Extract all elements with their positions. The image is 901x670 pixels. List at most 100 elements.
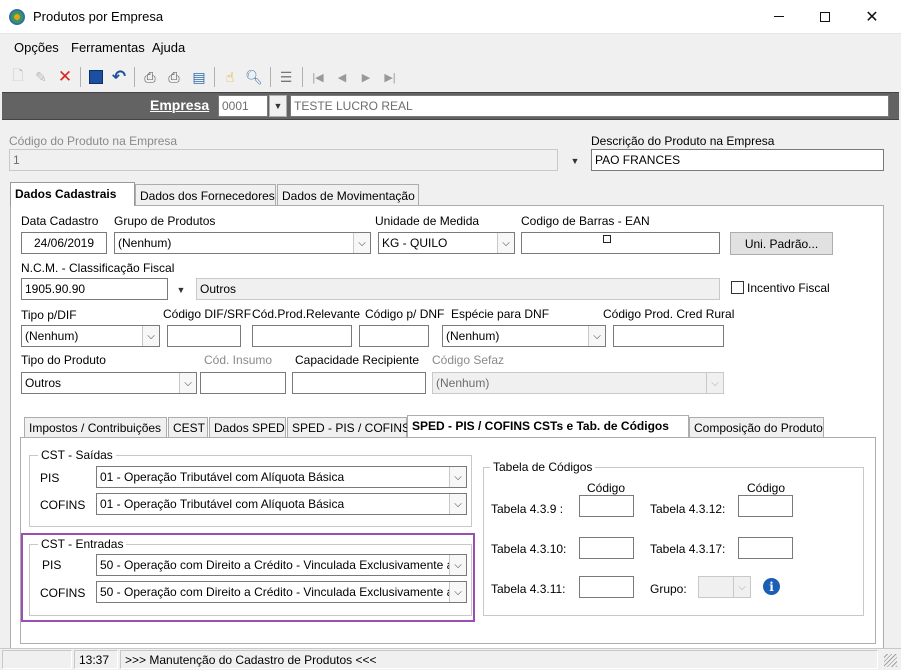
app-icon <box>9 9 25 25</box>
cofins-saidas-select[interactable]: 01 - Operação Tributável com Alíquota Bá… <box>96 493 467 515</box>
previous-record-icon[interactable]: ◀ <box>332 66 352 88</box>
filter-icon[interactable]: ☝ <box>220 66 240 88</box>
descricao-produto-field[interactable]: PAO FRANCES <box>591 149 884 171</box>
pis-saidas-label: PIS <box>40 471 60 485</box>
cofins-entradas-label: COFINS <box>40 586 86 600</box>
tab-composicao-produto[interactable]: Composição do Produto <box>689 417 824 437</box>
chevron-down-icon: ⌵ <box>588 326 605 346</box>
tabela-codigos-title: Tabela de Códigos <box>490 460 596 474</box>
tab-dados-fornecedores[interactable]: Dados dos Fornecedores <box>135 184 276 206</box>
tab-sped-csts-tabela[interactable]: SPED - PIS / COFINS CSTs e Tab. de Códig… <box>407 415 689 437</box>
tipo-produto-select[interactable]: Outros ⌵ <box>21 372 197 394</box>
tabela-4311-label: Tabela 4.3.11: <box>491 582 566 596</box>
pis-entradas-select[interactable]: 50 - Operação com Direito a Crédito - Vi… <box>96 554 467 576</box>
empresa-code-field[interactable]: 0001 <box>218 95 268 117</box>
cst-entradas-title: CST - Entradas <box>38 537 127 551</box>
window-title: Produtos por Empresa <box>33 9 164 24</box>
tabela-4317-field[interactable] <box>738 537 793 559</box>
cod-relevante-field[interactable] <box>252 325 352 347</box>
toolbar-separator <box>302 67 303 87</box>
new-icon[interactable]: 🗋 <box>8 66 28 88</box>
especie-dnf-label: Espécie para DNF <box>451 307 550 321</box>
cred-rural-label: Código Prod. Cred Rural <box>603 307 735 321</box>
cred-rural-field[interactable] <box>613 325 724 347</box>
pis-entradas-value: 50 - Operação com Direito a Crédito - Vi… <box>100 558 454 572</box>
maximize-icon <box>820 11 830 22</box>
first-record-icon[interactable]: |◀ <box>308 66 328 88</box>
data-cadastro-field[interactable]: 24/06/2019 <box>21 232 107 254</box>
chevron-down-icon: ⌵ <box>733 577 750 597</box>
edit-icon[interactable]: ✎ <box>31 66 51 88</box>
info-icon[interactable]: i <box>763 578 780 595</box>
next-record-icon[interactable]: ▶ <box>356 66 376 88</box>
menu-ferramentas[interactable]: Ferramentas <box>71 40 145 55</box>
toolbar-separator <box>214 67 215 87</box>
grupo-produtos-select[interactable]: (Nenhum) ⌵ <box>114 232 371 254</box>
empresa-dropdown-button[interactable]: ▼ <box>269 95 287 117</box>
tab-impostos[interactable]: Impostos / Contribuições <box>24 417 167 437</box>
incentivo-fiscal-label: Incentivo Fiscal <box>747 281 830 295</box>
toolbar-separator <box>270 67 271 87</box>
codigo-dif-field[interactable] <box>167 325 241 347</box>
ncm-label: N.C.M. - Classificação Fiscal <box>21 261 175 275</box>
cofins-saidas-value: 01 - Operação Tributável com Alíquota Bá… <box>100 497 345 511</box>
unidade-medida-value: KG - QUILO <box>382 236 448 250</box>
capacidade-field[interactable] <box>292 372 426 394</box>
descricao-produto-label: Descrição do Produto na Empresa <box>591 134 775 148</box>
incentivo-fiscal-checkbox[interactable] <box>731 281 744 294</box>
search-icon[interactable]: 🔍︎ <box>244 66 264 88</box>
especie-dnf-value: (Nenhum) <box>446 329 500 343</box>
especie-dnf-select[interactable]: (Nenhum) ⌵ <box>442 325 606 347</box>
undo-icon[interactable]: ↶ <box>109 66 129 88</box>
print-icon[interactable]: ⎙ <box>140 66 160 88</box>
print-preview-icon[interactable]: ⎙ <box>164 66 184 88</box>
tab-dados-movimentacao[interactable]: Dados de Movimentação <box>277 184 419 206</box>
ncm-field[interactable]: 1905.90.90 <box>21 278 168 300</box>
grupo-produtos-value: (Nenhum) <box>118 236 172 250</box>
pis-saidas-value: 01 - Operação Tributável com Alíquota Bá… <box>100 470 345 484</box>
delete-icon[interactable]: ✕ <box>55 66 75 88</box>
maximize-button[interactable] <box>802 0 848 33</box>
tabela-439-field[interactable] <box>579 495 634 517</box>
uni-padrao-button[interactable]: Uni. Padrão... <box>730 232 833 255</box>
sefaz-label: Código Sefaz <box>432 353 505 367</box>
menu-ajuda[interactable]: Ajuda <box>152 40 185 55</box>
tabela-4312-field[interactable] <box>738 495 793 517</box>
tab-sped-pis-cofins[interactable]: SPED - PIS / COFINS <box>287 417 410 437</box>
tab-dados-cadastrais[interactable]: Dados Cadastrais <box>10 182 135 206</box>
tab-dados-sped[interactable]: Dados SPED <box>209 417 286 437</box>
tabela-439-label: Tabela 4.3.9 : <box>491 502 564 516</box>
pis-saidas-select[interactable]: 01 - Operação Tributável com Alíquota Bá… <box>96 466 467 488</box>
cofins-entradas-select[interactable]: 50 - Operação com Direito a Crédito - Vi… <box>96 581 467 603</box>
unidade-medida-select[interactable]: KG - QUILO ⌵ <box>378 232 515 254</box>
tab-cest[interactable]: CEST <box>168 417 208 437</box>
cod-insumo-field[interactable] <box>200 372 286 394</box>
codigo-produto-dropdown[interactable]: ▼ <box>566 150 584 172</box>
ean-field[interactable] <box>521 232 720 254</box>
cst-saidas-title: CST - Saídas <box>38 448 116 462</box>
codigo-produto-field[interactable]: 1 <box>9 149 558 171</box>
codigo-dnf-field[interactable] <box>359 325 429 347</box>
ncm-dropdown-button[interactable]: ▼ <box>172 279 190 301</box>
tabela-4311-field[interactable] <box>579 576 634 598</box>
chevron-down-icon: ▼ <box>273 101 283 111</box>
save-icon[interactable] <box>86 66 106 88</box>
toolbar-separator <box>80 67 81 87</box>
grupo-select: ⌵ <box>698 576 751 598</box>
chevron-down-icon: ▼ <box>176 285 186 295</box>
menu-opcoes[interactable]: Opções <box>14 40 59 55</box>
chevron-down-icon: ⌵ <box>449 494 466 514</box>
status-cell-blank <box>2 650 72 669</box>
minimize-button[interactable] <box>756 0 802 33</box>
last-record-icon[interactable]: ▶| <box>380 66 400 88</box>
properties-icon[interactable]: ☰ <box>276 66 296 88</box>
export-icon[interactable]: ▤ <box>189 66 209 88</box>
tipo-dif-select[interactable]: (Nenhum) ⌵ <box>21 325 160 347</box>
close-button[interactable]: ✕ <box>849 0 895 33</box>
chevron-down-icon: ⌵ <box>449 467 466 487</box>
empresa-label: Empresa <box>150 97 210 113</box>
tipo-produto-value: Outros <box>25 376 62 390</box>
status-time: 13:37 <box>74 650 118 669</box>
tabela-4310-field[interactable] <box>579 537 634 559</box>
resize-grip-icon[interactable] <box>884 654 897 667</box>
